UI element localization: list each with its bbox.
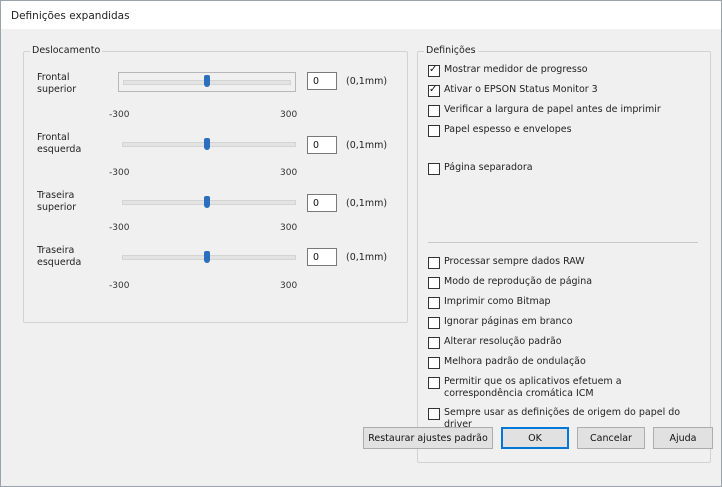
title-bar[interactable]: Definições expandidas (1, 1, 721, 29)
dialog-body: Deslocamento Frontal superior -300 300 0… (1, 29, 721, 486)
checkbox[interactable] (428, 297, 440, 309)
unit-label: (0,1mm) (346, 140, 388, 151)
slider-label-front-left: Frontal esquerda (37, 132, 82, 155)
checkmark-icon: ✓ (429, 84, 438, 95)
divider (428, 242, 698, 243)
option-check-paper-width[interactable]: Verificar a largura de papel antes de im… (428, 104, 661, 117)
checkbox[interactable] (428, 357, 440, 369)
option-label: Alterar resolução padrão (444, 336, 562, 347)
checkbox[interactable] (428, 105, 440, 117)
settings-group-title: Definições (424, 45, 478, 56)
offset-group: Deslocamento Frontal superior -300 300 0… (23, 45, 408, 323)
range-min-label: -300 (109, 168, 130, 178)
option-thick-paper[interactable]: Papel espesso e envelopes (428, 124, 572, 137)
option-label: Página separadora (444, 162, 533, 173)
checkbox[interactable]: ✓ (428, 64, 440, 77)
option-default-resolution[interactable]: Alterar resolução padrão (428, 336, 562, 349)
option-progress-meter[interactable]: ✓ Mostrar medidor de progresso (428, 64, 588, 77)
checkbox[interactable] (428, 337, 440, 349)
option-status-monitor[interactable]: ✓ Ativar o EPSON Status Monitor 3 (428, 84, 598, 97)
checkbox[interactable] (428, 257, 440, 269)
checkbox[interactable] (428, 317, 440, 329)
option-ripple-pattern[interactable]: Melhora padrão de ondulação (428, 356, 586, 369)
range-max-label: 300 (280, 281, 298, 291)
slider-thumb-rear-left[interactable] (204, 251, 210, 263)
option-label: Mostrar medidor de progresso (444, 64, 588, 75)
ok-button[interactable]: OK (501, 427, 569, 449)
checkbox[interactable] (428, 377, 440, 389)
slider-label-rear-top: Traseira superior (37, 190, 77, 213)
help-button[interactable]: Ajuda (653, 427, 713, 449)
range-min-label: -300 (109, 110, 130, 120)
checkbox[interactable] (428, 125, 440, 137)
option-separator-page[interactable]: Página separadora (428, 162, 533, 175)
settings-group: Definições ✓ Mostrar medidor de progress… (417, 45, 711, 463)
offset-group-title: Deslocamento (30, 45, 103, 56)
extended-settings-dialog: Definições expandidas Deslocamento Front… (0, 0, 722, 487)
unit-label: (0,1mm) (346, 198, 388, 209)
value-input-front-left[interactable]: 0 (307, 136, 337, 154)
restore-defaults-button[interactable]: Restaurar ajustes padrão (363, 427, 493, 449)
checkbox[interactable]: ✓ (428, 84, 440, 97)
option-label: Ativar o EPSON Status Monitor 3 (444, 84, 598, 95)
checkbox[interactable] (428, 408, 440, 420)
option-label: Imprimir como Bitmap (444, 296, 551, 307)
option-label: Ignorar páginas em branco (444, 316, 573, 327)
option-page-reproduction[interactable]: Modo de reprodução de página (428, 276, 592, 289)
option-label: Melhora padrão de ondulação (444, 356, 586, 367)
slider-label-rear-left: Traseira esquerda (37, 245, 82, 268)
option-label: Permitir que os aplicativos efetuem a co… (444, 376, 622, 399)
range-max-label: 300 (280, 223, 298, 233)
option-always-raw[interactable]: Processar sempre dados RAW (428, 256, 585, 269)
option-label: Modo de reprodução de página (444, 276, 593, 287)
checkmark-icon: ✓ (429, 64, 438, 75)
unit-label: (0,1mm) (346, 252, 388, 263)
slider-thumb-rear-top[interactable] (204, 196, 210, 208)
slider-thumb-front-left[interactable] (204, 138, 210, 150)
option-print-bitmap[interactable]: Imprimir como Bitmap (428, 296, 551, 309)
option-skip-blank[interactable]: Ignorar páginas em branco (428, 316, 573, 329)
value-input-rear-top[interactable]: 0 (307, 194, 337, 212)
range-max-label: 300 (280, 110, 298, 120)
checkbox[interactable] (428, 163, 440, 175)
range-min-label: -300 (109, 281, 130, 291)
slider-label-front-top: Frontal superior (37, 72, 77, 95)
slider-thumb-front-top[interactable] (204, 75, 210, 87)
cancel-button[interactable]: Cancelar (577, 427, 645, 449)
unit-label: (0,1mm) (346, 76, 388, 87)
checkbox[interactable] (428, 277, 440, 289)
value-input-rear-left[interactable]: 0 (307, 248, 337, 266)
option-label: Processar sempre dados RAW (444, 256, 585, 267)
range-min-label: -300 (109, 223, 130, 233)
option-label: Papel espesso e envelopes (444, 124, 572, 135)
value-input-front-top[interactable]: 0 (307, 72, 337, 90)
range-max-label: 300 (280, 168, 298, 178)
window-title: Definições expandidas (11, 10, 130, 22)
option-icm[interactable]: Permitir que os aplicativos efetuem a co… (428, 376, 683, 400)
option-label: Verificar a largura de papel antes de im… (444, 104, 661, 115)
